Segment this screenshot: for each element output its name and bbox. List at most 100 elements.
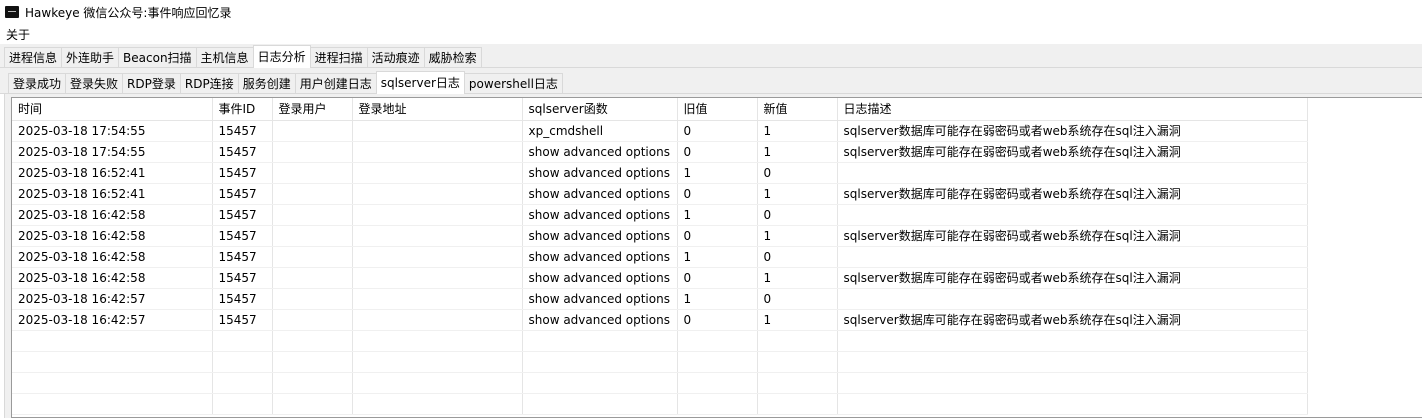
login-address-cell xyxy=(352,309,523,331)
tab-powershell-log[interactable]: powershell日志 xyxy=(463,73,563,93)
sqlserver-function-cell: xp_cmdshell xyxy=(522,120,678,142)
table-row[interactable]: 2025-03-18 16:42:57 15457 show advanced op… xyxy=(12,309,1308,331)
login-address-cell xyxy=(352,120,523,142)
time-cell: 2025-03-18 17:54:55 xyxy=(12,120,213,142)
empty-cell xyxy=(522,351,678,373)
table-row[interactable]: 2025-03-18 16:42:58 15457 show advanced op… xyxy=(12,267,1308,289)
login-user-cell xyxy=(272,204,353,226)
tab-rdp-connection[interactable]: RDP连接 xyxy=(179,73,239,93)
table-row[interactable]: 2025-03-18 16:52:41 15457 show advanced op… xyxy=(12,162,1308,184)
empty-cell xyxy=(212,351,273,373)
event-id-cell: 15457 xyxy=(212,141,273,163)
empty-cell xyxy=(677,330,758,352)
new-value-cell: 1 xyxy=(757,183,838,205)
sqlserver-function-cell: show advanced options xyxy=(522,183,678,205)
old-value-cell: 0 xyxy=(677,267,758,289)
tab-rdp-login[interactable]: RDP登录 xyxy=(122,73,181,93)
menu-item-about[interactable]: 关于 xyxy=(0,26,34,43)
column-header-login-user[interactable]: 登录用户 xyxy=(272,98,353,121)
table-row[interactable]: 2025-03-18 17:54:55 15457 show advanced op… xyxy=(12,141,1308,163)
log-tab-bar: 登录成功 登录失败 RDP登录 RDP连接 服务创建 用户创建日志 sqlser… xyxy=(0,68,1422,94)
event-id-cell: 15457 xyxy=(212,309,273,331)
log-description-cell: sqlserver数据库可能存在弱密码或者web系统存在sql注入漏洞 xyxy=(837,183,1308,205)
window-title: Hawkeye 微信公众号:事件响应回忆录 xyxy=(25,5,232,20)
time-cell: 2025-03-18 16:42:58 xyxy=(12,267,213,289)
tab-beacon-scan[interactable]: Beacon扫描 xyxy=(118,47,197,67)
column-header-event-id[interactable]: 事件ID xyxy=(212,98,273,121)
login-address-cell xyxy=(352,288,523,310)
new-value-cell: 0 xyxy=(757,162,838,184)
tab-user-creation-log[interactable]: 用户创建日志 xyxy=(294,73,377,93)
empty-row xyxy=(12,351,1308,373)
empty-cell xyxy=(677,351,758,373)
old-value-cell: 1 xyxy=(677,246,758,268)
old-value-cell: 0 xyxy=(677,183,758,205)
tab-threat-search[interactable]: 威胁检索 xyxy=(423,47,482,67)
login-address-cell xyxy=(352,204,523,226)
table-row[interactable]: 2025-03-18 16:42:58 15457 show advanced op… xyxy=(12,246,1308,268)
tab-host-info[interactable]: 主机信息 xyxy=(195,47,254,67)
log-description-cell xyxy=(837,162,1308,184)
sqlserver-function-cell: show advanced options xyxy=(522,225,678,247)
column-header-new-value[interactable]: 新值 xyxy=(757,98,838,121)
log-description-cell: sqlserver数据库可能存在弱密码或者web系统存在sql注入漏洞 xyxy=(837,267,1308,289)
sqlserver-function-cell: show advanced options xyxy=(522,162,678,184)
tab-outbound-helper[interactable]: 外连助手 xyxy=(61,47,120,67)
event-id-cell: 15457 xyxy=(212,288,273,310)
empty-cell xyxy=(677,372,758,394)
time-cell: 2025-03-18 16:52:41 xyxy=(12,162,213,184)
empty-cell xyxy=(522,330,678,352)
time-cell: 2025-03-18 16:42:57 xyxy=(12,309,213,331)
tab-activity-traces[interactable]: 活动痕迹 xyxy=(366,47,425,67)
tab-process-info[interactable]: 进程信息 xyxy=(4,47,63,67)
empty-cell xyxy=(12,372,213,394)
column-header-old-value[interactable]: 旧值 xyxy=(677,98,758,121)
old-value-cell: 0 xyxy=(677,141,758,163)
new-value-cell: 0 xyxy=(757,246,838,268)
column-header-time[interactable]: 时间 xyxy=(12,98,213,121)
empty-cell xyxy=(272,330,353,352)
tab-log-analysis[interactable]: 日志分析 xyxy=(252,45,311,68)
empty-cell xyxy=(212,330,273,352)
empty-cell xyxy=(12,351,213,373)
empty-cell xyxy=(352,372,523,394)
new-value-cell: 1 xyxy=(757,141,838,163)
column-header-sqlserver-function[interactable]: sqlserver函数 xyxy=(522,98,678,121)
tab-process-scan[interactable]: 进程扫描 xyxy=(309,47,368,67)
log-table-view[interactable]: 时间 事件ID 登录用户 登录地址 sqlserver函数 旧值 新值 日志描述… xyxy=(11,97,1422,418)
column-header-login-address[interactable]: 登录地址 xyxy=(352,98,523,121)
event-id-cell: 15457 xyxy=(212,225,273,247)
empty-cell xyxy=(837,372,1308,394)
tab-login-failure[interactable]: 登录失败 xyxy=(65,73,124,93)
tab-service-creation[interactable]: 服务创建 xyxy=(237,73,296,93)
log-table: 时间 事件ID 登录用户 登录地址 sqlserver函数 旧值 新值 日志描述… xyxy=(12,98,1308,415)
tab-content-panel: 时间 事件ID 登录用户 登录地址 sqlserver函数 旧值 新值 日志描述… xyxy=(4,94,1422,418)
empty-cell xyxy=(12,330,213,352)
log-description-cell xyxy=(837,246,1308,268)
login-user-cell xyxy=(272,120,353,142)
empty-row xyxy=(12,330,1308,352)
title-bar: Hawkeye 微信公众号:事件响应回忆录 xyxy=(0,0,1422,24)
column-header-log-description[interactable]: 日志描述 xyxy=(837,98,1308,121)
time-cell: 2025-03-18 16:52:41 xyxy=(12,183,213,205)
table-row[interactable]: 2025-03-18 16:42:57 15457 show advanced op… xyxy=(12,288,1308,310)
log-description-cell xyxy=(837,288,1308,310)
empty-cell xyxy=(837,393,1308,415)
table-row[interactable]: 2025-03-18 16:42:58 15457 show advanced op… xyxy=(12,204,1308,226)
sqlserver-function-cell: show advanced options xyxy=(522,141,678,163)
tab-login-success[interactable]: 登录成功 xyxy=(8,73,67,93)
event-id-cell: 15457 xyxy=(212,267,273,289)
login-user-cell xyxy=(272,225,353,247)
tab-sqlserver-log[interactable]: sqlserver日志 xyxy=(375,71,465,94)
table-row[interactable]: 2025-03-18 16:52:41 15457 show advanced op… xyxy=(12,183,1308,205)
log-description-cell: sqlserver数据库可能存在弱密码或者web系统存在sql注入漏洞 xyxy=(837,309,1308,331)
table-row[interactable]: 2025-03-18 16:42:58 15457 show advanced op… xyxy=(12,225,1308,247)
table-header-row: 时间 事件ID 登录用户 登录地址 sqlserver函数 旧值 新值 日志描述 xyxy=(12,98,1308,121)
old-value-cell: 1 xyxy=(677,162,758,184)
main-tab-bar: 进程信息 外连助手 Beacon扫描 主机信息 日志分析 进程扫描 活动痕迹 威… xyxy=(0,44,1422,68)
new-value-cell: 1 xyxy=(757,309,838,331)
login-address-cell xyxy=(352,246,523,268)
event-id-cell: 15457 xyxy=(212,246,273,268)
table-row[interactable]: 2025-03-18 17:54:55 15457 xp_cmdshell 0 1 sql… xyxy=(12,120,1308,142)
login-user-cell xyxy=(272,162,353,184)
